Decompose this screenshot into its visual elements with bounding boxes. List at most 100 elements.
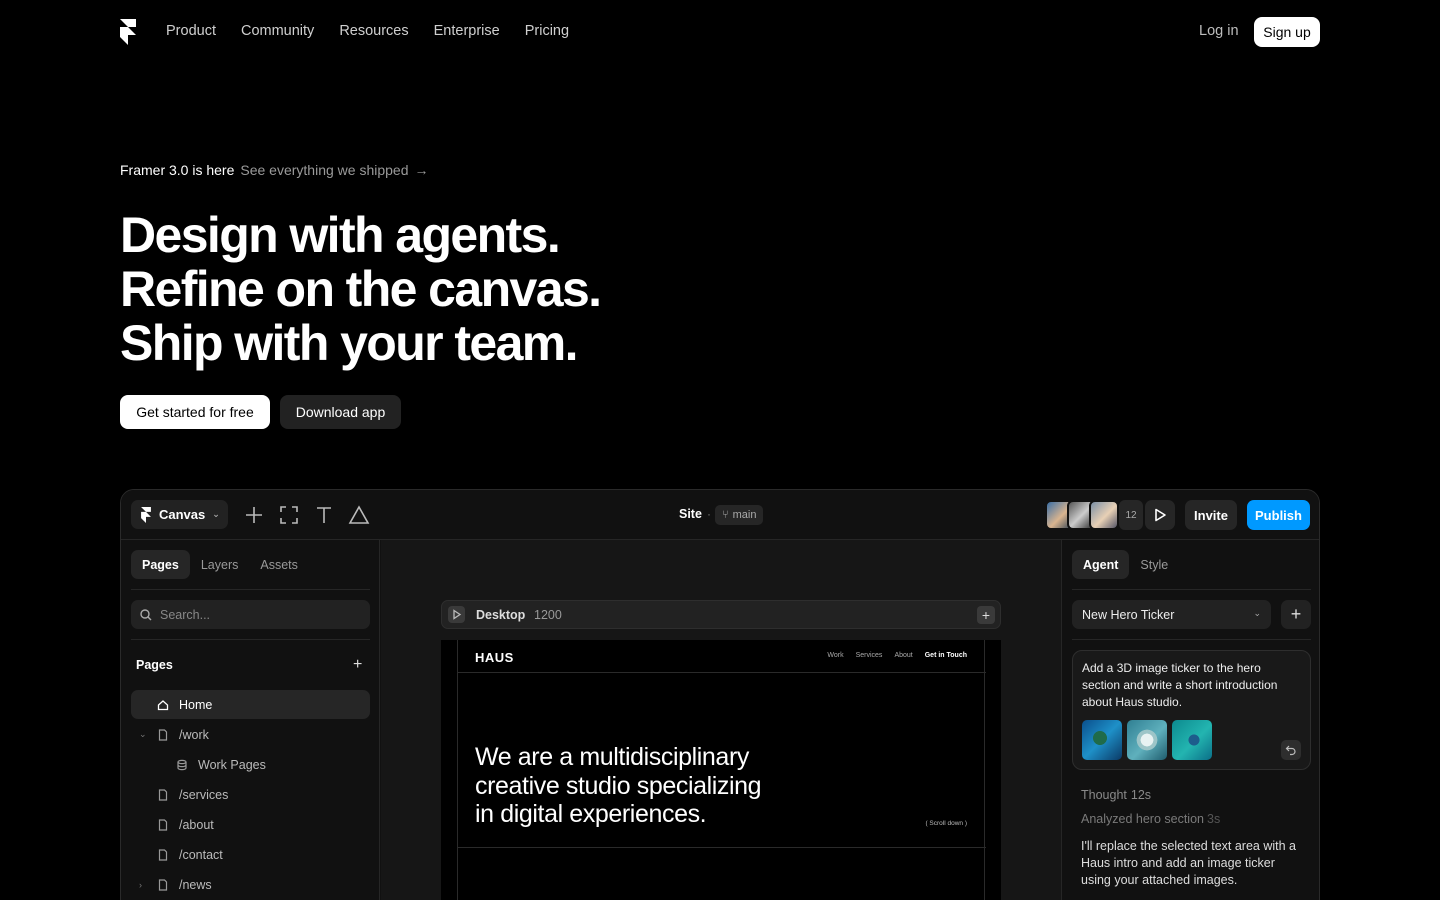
headline-line: Design with agents. — [120, 207, 561, 263]
page-label: /work — [179, 727, 209, 742]
headline-line: Refine on the canvas. — [120, 261, 602, 317]
page-label: Work Pages — [198, 757, 266, 772]
page-item-home[interactable]: Home — [131, 690, 370, 719]
haus-hero-text[interactable]: We are a multidisciplinary creative stud… — [475, 743, 762, 829]
preview-button[interactable] — [1145, 500, 1175, 530]
arrow-right-icon: → — [414, 162, 429, 178]
nav-link-product[interactable]: Product — [166, 23, 216, 39]
shape-tool-icon[interactable] — [348, 504, 370, 526]
collaborators[interactable]: 12 — [1045, 500, 1143, 530]
haus-nav-contact: Get in Touch — [924, 652, 967, 659]
chevron-right-icon[interactable]: › — [139, 880, 142, 890]
haus-nav: Work Services About Get in Touch — [827, 652, 967, 659]
divider — [131, 589, 370, 590]
prompt-message: Add a 3D image ticker to the hero sectio… — [1072, 650, 1311, 770]
thought-label: Thought — [1081, 788, 1127, 802]
tab-agent[interactable]: Agent — [1072, 550, 1130, 579]
editor-toolbar: Canvas ⌄ Site · ⑂ main 12 Invite Publish — [121, 490, 1319, 540]
nav-link-resources[interactable]: Resources — [339, 23, 408, 39]
page-item-contact[interactable]: /contact — [131, 840, 370, 869]
page-icon — [158, 848, 168, 861]
search-input[interactable]: Search... — [131, 600, 370, 629]
agent-thread-select[interactable]: New Hero Ticker ⌄ — [1072, 600, 1271, 629]
play-icon[interactable] — [448, 606, 465, 623]
site-preview-content: HAUS Work Services About Get in Touch We… — [457, 640, 986, 900]
divider — [131, 639, 370, 640]
search-icon — [140, 608, 152, 620]
avatar[interactable] — [1089, 500, 1119, 530]
chevron-down-icon: ⌄ — [1253, 608, 1261, 618]
tab-pages[interactable]: Pages — [131, 550, 190, 579]
framer-logo-icon[interactable] — [120, 19, 136, 45]
page-item-services[interactable]: /services — [131, 780, 370, 809]
nav-link-community[interactable]: Community — [241, 23, 314, 39]
site-label[interactable]: Site — [679, 507, 702, 521]
play-icon — [1155, 508, 1166, 522]
divider — [458, 847, 986, 848]
haus-logo: HAUS — [475, 650, 514, 665]
tab-layers[interactable]: Layers — [190, 550, 250, 579]
right-panel: Agent Style New Hero Ticker ⌄ + Add a 3D… — [1061, 540, 1319, 900]
nav-link-pricing[interactable]: Pricing — [525, 23, 569, 39]
nav-link-enterprise[interactable]: Enterprise — [434, 23, 500, 39]
signup-button[interactable]: Sign up — [1254, 17, 1320, 47]
collaborator-count[interactable]: 12 — [1119, 500, 1143, 530]
branch-badge[interactable]: ⑂ main — [715, 505, 764, 525]
analyzed-label: Analyzed hero section — [1081, 812, 1204, 826]
attached-images — [1082, 720, 1212, 760]
left-panel: Pages Layers Assets Search... Pages + Ho… — [121, 540, 380, 900]
add-page-button[interactable]: + — [353, 656, 362, 674]
database-icon — [177, 759, 187, 770]
branch-icon: ⑂ — [722, 509, 729, 521]
analyzed-status: Analyzed hero section 3s — [1081, 812, 1220, 826]
attached-image[interactable] — [1127, 720, 1167, 760]
get-started-button[interactable]: Get started for free — [120, 395, 270, 429]
thought-status[interactable]: Thought 12s — [1081, 788, 1151, 802]
headline-line: Ship with your team. — [120, 315, 579, 371]
download-app-button[interactable]: Download app — [280, 395, 401, 429]
divider — [458, 672, 986, 673]
frame-icon[interactable] — [278, 504, 300, 526]
new-thread-button[interactable]: + — [1281, 600, 1311, 629]
announcement-title: Framer 3.0 is here — [120, 162, 235, 178]
canvas-area[interactable]: Desktop 1200 + HAUS Work Services About … — [381, 540, 1061, 900]
haus-nav-about: About — [894, 652, 913, 659]
haus-hero-line: We are a multidisciplinary — [475, 743, 749, 771]
page-icon — [158, 818, 168, 831]
pages-heading: Pages — [136, 658, 173, 672]
select-value: New Hero Ticker — [1082, 607, 1175, 622]
prompt-text: Add a 3D image ticker to the hero sectio… — [1082, 661, 1278, 709]
site-preview-frame[interactable]: HAUS Work Services About Get in Touch We… — [441, 640, 1001, 900]
hero-headline: Design with agents. Refine on the canvas… — [120, 207, 602, 371]
attached-image[interactable] — [1172, 720, 1212, 760]
login-link[interactable]: Log in — [1199, 23, 1239, 39]
framer-logo-icon — [141, 506, 151, 523]
tab-assets[interactable]: Assets — [249, 550, 309, 579]
nav-links: Product Community Resources Enterprise P… — [166, 23, 569, 39]
page-item-work-pages[interactable]: Work Pages — [131, 750, 370, 779]
page-label: /services — [179, 787, 229, 802]
page-item-news[interactable]: › /news — [131, 870, 370, 899]
announcement[interactable]: Framer 3.0 is here See everything we shi… — [120, 162, 428, 178]
add-breakpoint-button[interactable]: + — [977, 606, 995, 624]
page-icon — [158, 788, 168, 801]
page-item-work[interactable]: ⌄ /work — [131, 720, 370, 749]
chevron-down-icon[interactable]: ⌄ — [139, 729, 147, 740]
page-item-about[interactable]: /about — [131, 810, 370, 839]
haus-nav-work: Work — [827, 652, 844, 659]
undo-icon[interactable] — [1281, 740, 1301, 760]
attached-image[interactable] — [1082, 720, 1122, 760]
canvas-label: Canvas — [159, 507, 206, 522]
search-placeholder: Search... — [160, 607, 211, 622]
publish-button[interactable]: Publish — [1247, 500, 1310, 530]
text-tool-icon[interactable] — [313, 504, 335, 526]
announcement-link[interactable]: See everything we shipped — [240, 162, 408, 178]
analyzed-time: 3s — [1207, 812, 1221, 826]
haus-nav-services: Services — [855, 652, 883, 659]
invite-button[interactable]: Invite — [1185, 500, 1237, 530]
canvas-menu-button[interactable]: Canvas ⌄ — [131, 500, 228, 529]
tab-style[interactable]: Style — [1129, 550, 1179, 579]
plus-icon[interactable] — [243, 504, 265, 526]
scroll-hint: ( Scroll down ) — [925, 820, 967, 827]
breakpoint-bar[interactable]: Desktop 1200 + — [441, 600, 1001, 629]
